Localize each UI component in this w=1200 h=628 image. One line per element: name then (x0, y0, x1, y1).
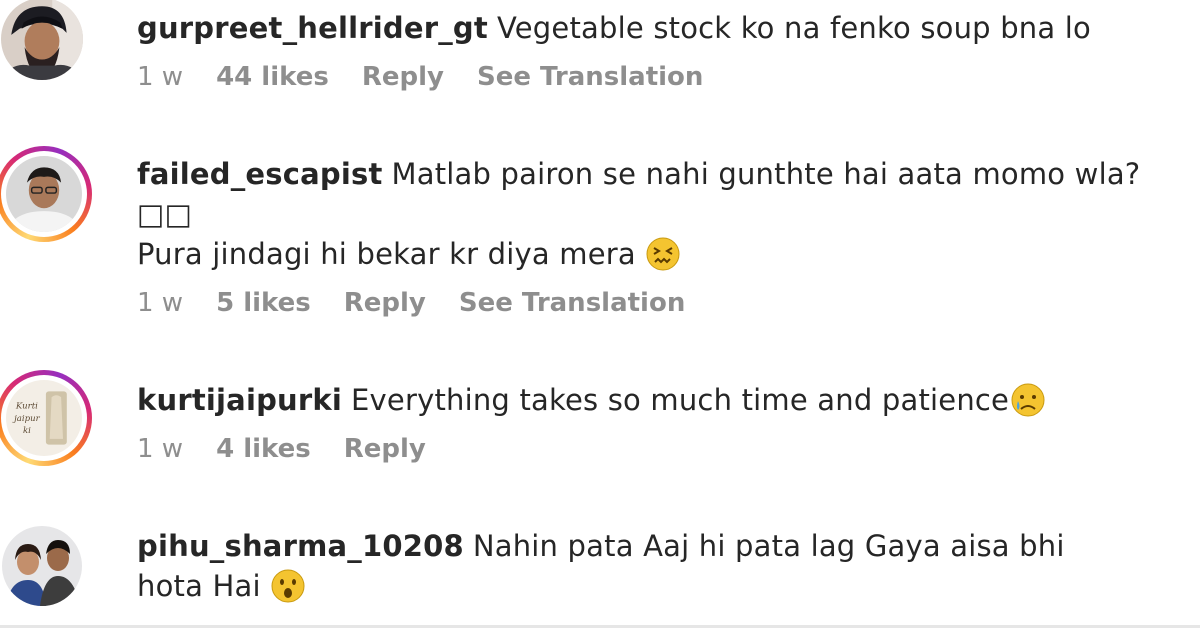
comment-text: kurtijaipurki Everything takes so much ti… (137, 380, 1180, 420)
svg-text:Kurti: Kurti (15, 402, 38, 412)
sad-tear-face-emoji-icon (1011, 383, 1045, 417)
avatar[interactable] (0, 0, 90, 87)
reply-button[interactable]: Reply (344, 434, 426, 464)
comment-time: 1 w (137, 434, 184, 464)
avatar[interactable] (0, 518, 90, 614)
see-translation-button[interactable]: See Translation (477, 62, 703, 92)
profile-photo-icon (6, 156, 82, 232)
comment-body: hota Hai (137, 569, 261, 603)
comment-text: pihu_sharma_10208 Nahin pata Aaj hi pata … (137, 526, 1180, 566)
svg-text:ki: ki (23, 426, 31, 436)
profile-photo-icon (2, 526, 82, 606)
reply-button[interactable]: Reply (362, 62, 444, 92)
comment-username[interactable]: pihu_sharma_10208 (137, 529, 464, 563)
comment-text-line2: hota Hai (137, 566, 1180, 606)
comment-username[interactable]: kurtijaipurki (137, 383, 342, 417)
comment-meta: 1 w 44 likes Reply See Translation (137, 62, 1180, 92)
comment-username[interactable]: failed_escapist (137, 157, 383, 191)
comment-meta: 1 w 4 likes Reply (137, 434, 1180, 464)
likes-count[interactable]: 4 likes (216, 434, 311, 464)
comment-time: 1 w (137, 62, 184, 92)
comment-username[interactable]: gurpreet_hellrider_gt (137, 11, 488, 45)
brand-logo-icon: Kurti jaipur ki (6, 380, 82, 456)
comment-body: Nahin pata Aaj hi pata lag Gaya aisa bhi (472, 529, 1065, 563)
comment-body: Everything takes so much time and patien… (351, 383, 1010, 417)
likes-count[interactable]: 5 likes (216, 288, 311, 318)
comment-text-line2: Pura jindagi hi bekar kr diya mera (137, 234, 1180, 274)
comment-time: 1 w (137, 288, 184, 318)
see-translation-button[interactable]: See Translation (459, 288, 685, 318)
likes-count[interactable]: 44 likes (216, 62, 329, 92)
comment-meta: 1 w 5 likes Reply See Translation (137, 288, 1180, 318)
comment-text: failed_escapist Matlab pairon se nahi gun… (137, 154, 1180, 234)
avatar[interactable]: Kurti jaipur ki (0, 370, 92, 466)
comment-text: gurpreet_hellrider_gt Vegetable stock ko … (137, 8, 1180, 48)
comment-body: Pura jindagi hi bekar kr diya mera (137, 237, 636, 271)
confounded-face-emoji-icon (646, 237, 680, 271)
comment-body: Vegetable stock ko na fenko soup bna lo (496, 11, 1091, 45)
profile-photo-icon (1, 0, 83, 80)
surprised-face-emoji-icon (271, 569, 305, 603)
reply-button[interactable]: Reply (344, 288, 426, 318)
svg-text:jaipur: jaipur (12, 414, 40, 424)
avatar[interactable] (0, 146, 92, 242)
